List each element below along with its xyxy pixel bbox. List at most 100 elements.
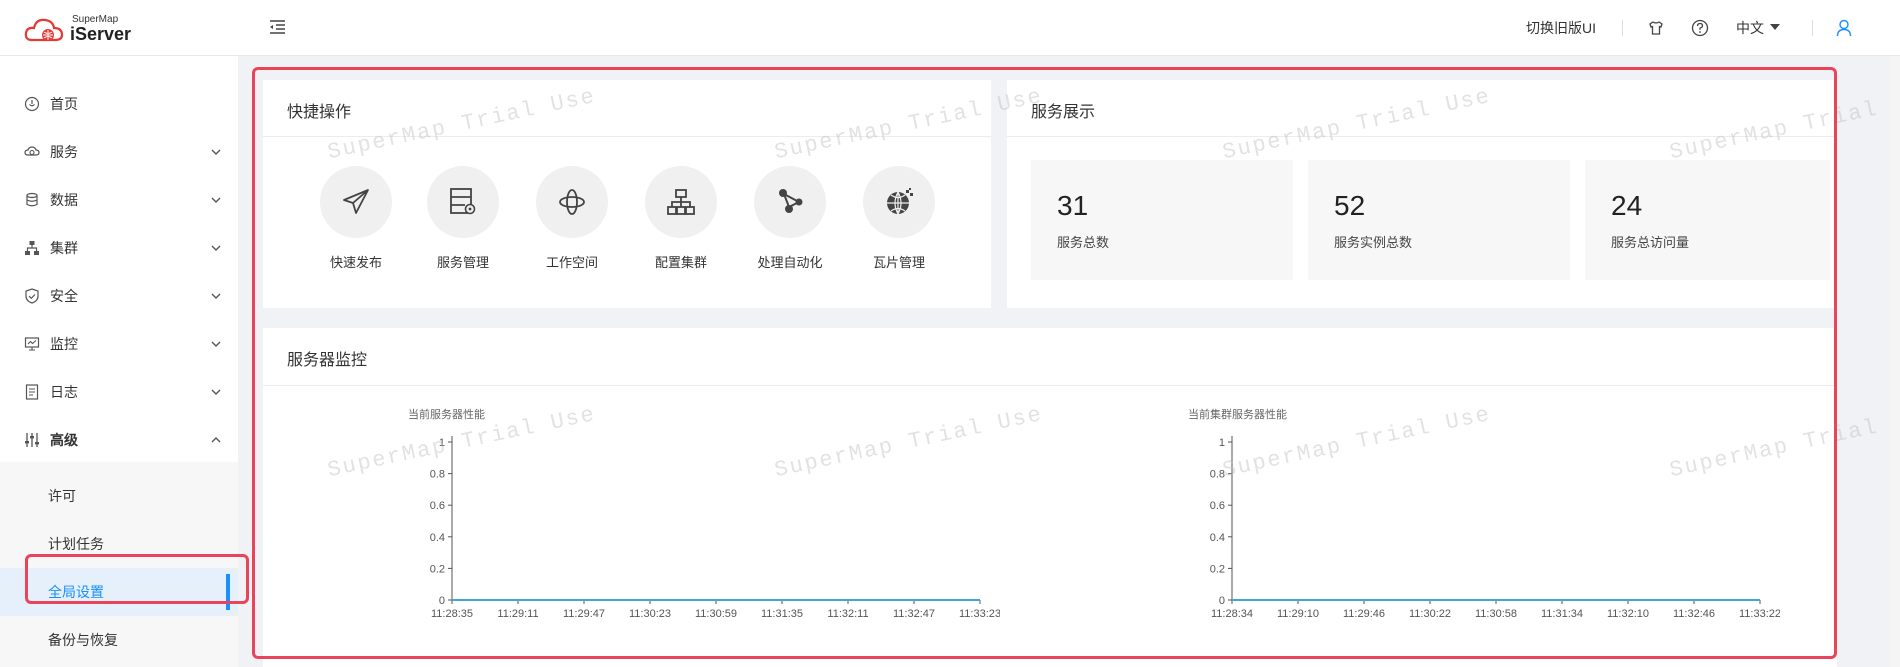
sidebar-item-label: 高级 (50, 433, 78, 449)
x-tick-label: 11:30:58 (1475, 608, 1517, 620)
stat-label: 服务总数 (1057, 236, 1110, 251)
workflow-icon (779, 189, 803, 213)
y-tick-label: 0.8 (1210, 469, 1225, 481)
x-tick-label: 11:33:22 (1739, 608, 1780, 620)
quick-op-label: 瓦片管理 (872, 256, 925, 271)
header-separator (1622, 20, 1623, 36)
stat-value: 52 (1334, 190, 1366, 221)
x-tick-label: 11:31:35 (761, 608, 803, 620)
y-tick-label: 0 (439, 595, 445, 607)
chart-title-server: 当前服务器性能 (408, 408, 485, 421)
y-tick-label: 1 (1219, 437, 1225, 449)
quick-op-label: 工作空间 (545, 256, 598, 271)
x-tick-label: 11:29:47 (563, 608, 605, 620)
icon-circle (863, 166, 935, 238)
page-scrollbar[interactable] (1890, 56, 1900, 667)
sidebar-item-advanced[interactable]: 高级 (0, 416, 238, 464)
sidebar-item-security[interactable]: 安全 (0, 272, 238, 320)
chart-title-cluster: 当前集群服务器性能 (1188, 408, 1287, 421)
y-tick-label: 0 (1219, 595, 1225, 607)
x-tick-label: 11:30:22 (1409, 608, 1451, 620)
sidebar-item-log[interactable]: 日志 (0, 368, 238, 416)
chevron-down-icon (211, 293, 221, 299)
chevron-down-icon (211, 149, 221, 155)
sliders-icon (25, 433, 39, 447)
highlight-box-sidebar (25, 554, 249, 604)
y-tick-label: 0.4 (1210, 532, 1225, 544)
y-tick-label: 0.6 (430, 500, 445, 512)
x-tick-label: 11:32:46 (1673, 608, 1715, 620)
stat-total-visits[interactable]: 24 服务总访问量 (1585, 160, 1830, 280)
x-tick-label: 11:32:11 (827, 608, 868, 620)
sidebar-item-data[interactable]: 数据 (0, 176, 238, 224)
sidebar-item-label: 监控 (50, 337, 78, 353)
switch-old-ui-link[interactable]: 切换旧版UI (1526, 18, 1596, 38)
icon-circle (427, 166, 499, 238)
y-tick-label: 0.2 (1210, 563, 1225, 575)
sidebar-item-label: 安全 (50, 289, 78, 305)
sidebar-subitem-license[interactable]: 许可 (0, 472, 238, 520)
quick-op-publish[interactable]: 快速发布 (305, 166, 405, 276)
sidebar-item-label: 首页 (50, 97, 78, 113)
help-icon[interactable] (1691, 19, 1709, 37)
language-selector[interactable]: 中文 (1736, 18, 1764, 38)
sidebar-item-service[interactable]: 服务 (0, 128, 238, 176)
menu-fold-icon[interactable] (268, 18, 288, 36)
sidebar-item-cluster[interactable]: 集群 (0, 224, 238, 272)
quick-op-label: 处理自动化 (757, 256, 823, 271)
globe-tiles-icon (887, 188, 913, 215)
x-tick-label: 11:29:11 (497, 608, 538, 620)
sidebar-item-label: 数据 (50, 193, 78, 209)
x-tick-label: 11:28:35 (431, 608, 473, 620)
home-icon (24, 96, 40, 112)
paper-plane-icon (343, 189, 369, 214)
server-gear-icon (450, 188, 476, 215)
y-tick-label: 0.8 (430, 469, 445, 481)
icon-circle (320, 166, 392, 238)
x-tick-label: 11:32:10 (1607, 608, 1649, 620)
service-icon (24, 146, 40, 156)
x-tick-label: 11:32:47 (893, 608, 935, 620)
skin-shirt-icon[interactable] (1648, 20, 1664, 36)
sidebar-subitem-backup-restore[interactable]: 备份与恢复 (0, 616, 238, 664)
quick-op-label: 快速发布 (329, 256, 382, 271)
x-tick-label: 11:31:34 (1541, 608, 1583, 620)
header-separator (1812, 20, 1813, 36)
sidebar-item-monitor[interactable]: 监控 (0, 320, 238, 368)
stat-total-instances[interactable]: 52 服务实例总数 (1308, 160, 1570, 280)
chevron-down-icon (211, 341, 221, 347)
stat-label: 服务实例总数 (1334, 236, 1413, 251)
caret-down-icon[interactable] (1770, 24, 1780, 31)
chevron-down-icon (211, 197, 221, 203)
x-tick-label: 11:28:34 (1211, 608, 1253, 620)
icon-circle (754, 166, 826, 238)
quick-op-configure-cluster[interactable]: 配置集群 (630, 166, 730, 276)
sidebar-item-label: 集群 (50, 241, 78, 257)
quick-op-automation[interactable]: 处理自动化 (739, 166, 839, 276)
card-title: 服务展示 (1031, 102, 1096, 121)
icon-circle (536, 166, 608, 238)
cloud-logo-icon (24, 18, 64, 42)
sidebar-subitem-label: 备份与恢复 (48, 633, 118, 649)
sidebar-item-home[interactable]: 首页 (0, 80, 238, 128)
stat-value: 24 (1611, 190, 1643, 221)
chevron-down-icon (211, 389, 221, 395)
stat-value: 31 (1057, 190, 1089, 221)
divider (263, 385, 1837, 386)
quick-op-workspace[interactable]: 工作空间 (521, 166, 621, 276)
user-icon[interactable] (1836, 19, 1852, 37)
x-tick-label: 11:30:23 (629, 608, 671, 620)
chevron-up-icon (211, 437, 221, 443)
y-tick-label: 0.6 (1210, 500, 1225, 512)
database-icon (26, 192, 38, 207)
sidebar-subitem-label: 计划任务 (48, 537, 104, 553)
x-tick-label: 11:29:46 (1343, 608, 1385, 620)
logo[interactable]: SuperMap iServer (24, 12, 164, 48)
icon-circle (645, 166, 717, 238)
quick-op-tile-management[interactable]: 瓦片管理 (848, 166, 948, 276)
server-performance-chart: 0 0.2 0.4 0.6 0.8 1 11:28:35 11:29:11 11:29:47 11… (430, 436, 1000, 620)
y-tick-label: 0.2 (430, 563, 445, 575)
stat-total-services[interactable]: 31 服务总数 (1031, 160, 1293, 280)
quick-op-service-management[interactable]: 服务管理 (412, 166, 512, 276)
network-icon (667, 189, 695, 215)
